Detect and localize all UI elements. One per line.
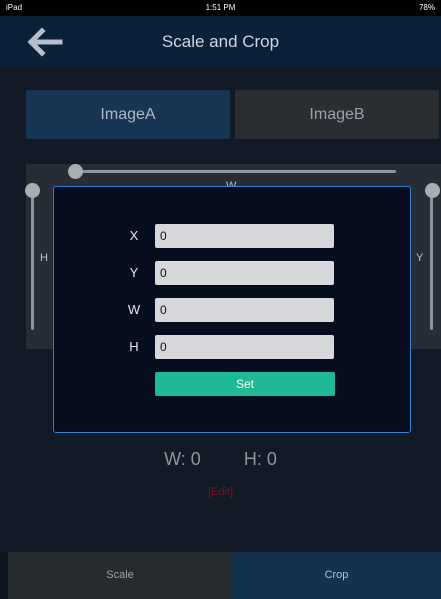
x-field-label: X [129, 228, 139, 243]
image-b-button[interactable]: ImageB [235, 90, 439, 139]
edit-link[interactable]: [Edit] [0, 486, 441, 498]
y-field-label: Y [129, 265, 139, 280]
status-time: 1:51 PM [205, 3, 236, 12]
height-slider-track[interactable] [31, 190, 34, 330]
page-title: Scale and Crop [161, 32, 280, 51]
height-readout: H: 0 [243, 449, 277, 469]
w-field-row: W [54, 298, 410, 322]
image-a-button[interactable]: ImageA [26, 90, 230, 139]
h-field-row: H [54, 335, 410, 359]
crop-values-dialog: X Y W H Set [53, 186, 411, 433]
w-field-label: W [127, 302, 141, 317]
w-field[interactable] [155, 298, 334, 322]
status-bar: iPad 1:51 PM 78% [0, 0, 441, 16]
width-slider-track[interactable] [76, 170, 396, 173]
battery-level: 78% [418, 3, 435, 12]
h-field[interactable] [155, 335, 334, 359]
width-readout: W: 0 [164, 449, 201, 469]
width-slider-handle[interactable] [68, 164, 83, 179]
y-axis-label: Y [416, 252, 424, 264]
height-slider-handle[interactable] [25, 183, 40, 198]
tab-bar: Scale Crop [0, 552, 441, 599]
tab-scale[interactable]: Scale [8, 552, 232, 599]
y-slider-handle[interactable] [425, 183, 440, 198]
tab-crop[interactable]: Crop [232, 552, 441, 599]
set-button[interactable]: Set [155, 372, 335, 396]
y-slider-track[interactable] [430, 190, 433, 330]
x-field-row: X [54, 224, 410, 248]
y-field[interactable] [155, 261, 334, 285]
x-field[interactable] [155, 224, 334, 248]
y-field-row: Y [54, 261, 410, 285]
nav-bar: Scale and Crop [0, 16, 441, 68]
dimensions-readout: W: 0 H: 0 [0, 449, 441, 470]
h-field-label: H [129, 339, 139, 354]
height-axis-label: H [40, 252, 48, 264]
